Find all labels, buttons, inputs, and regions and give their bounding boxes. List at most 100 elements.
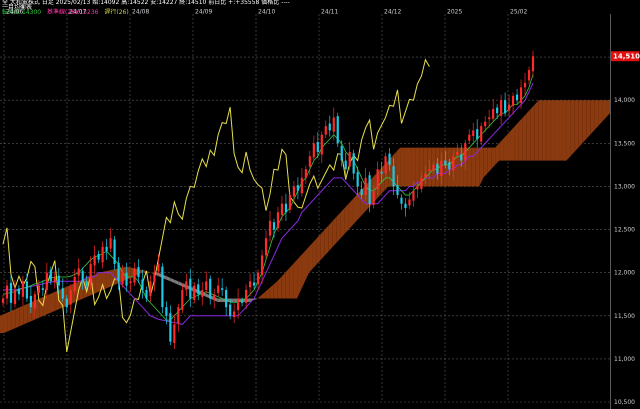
cloud-segment [411,147,416,187]
cloud-segment [316,233,321,265]
candle-body [320,134,323,155]
cloud-segment [320,229,325,260]
candle-body [332,117,335,132]
candle-body [252,282,256,286]
candle-body [392,166,395,187]
cloud-segment [594,100,599,131]
cloud-segment [578,100,583,148]
cloud-segment [312,238,317,269]
candle-body [404,203,407,208]
x-tick-label: 24/08 [132,9,149,16]
cloud-segment [0,314,4,334]
candle-body [360,189,363,196]
candle-body [25,281,29,299]
cloud-segment [582,100,587,144]
candle-body [29,295,32,308]
candle-body [523,82,527,88]
candle-body [129,281,132,284]
candle-body [17,288,21,295]
cloud-segment [51,291,56,313]
candle-body [125,272,128,286]
candle-body [511,95,515,106]
candle-body [364,177,367,196]
cloud-segment [503,134,508,161]
candle-body [452,156,455,171]
cloud-segment [11,308,16,330]
price-tag-label: 14,510 [613,53,640,61]
x-tick-label: 24/10 [258,9,275,16]
candle-body [205,281,208,290]
cloud-segment [344,203,349,234]
candle-body [444,160,447,165]
candle-body [484,121,487,127]
candle-body [109,238,112,249]
cloud-segment [598,100,603,127]
candle-body [424,173,427,178]
cloud-segment [546,100,551,161]
cloud-segment [534,100,539,161]
candle-body [165,307,168,316]
candle-body [296,185,299,191]
cloud-segment [467,147,472,187]
candle-body [217,285,220,293]
y-tick-label: 13,000 [614,183,635,190]
cloud-segment [281,272,286,299]
cloud-segment [538,100,543,161]
candle-body [368,175,371,204]
candle-body [488,117,491,120]
candle-body [197,284,200,295]
cloud-segment [423,147,428,187]
candle-body [420,177,423,190]
x-tick-label: 25/02 [510,9,527,16]
candle-body [428,169,431,171]
y-tick-label: 14,000 [614,97,635,104]
x-tick-label: 24/12 [384,9,401,16]
cloud-segment [328,220,333,252]
candle-body [388,153,391,165]
cloud-segment [336,212,341,243]
candle-body [229,304,232,316]
candle-body [81,270,84,282]
candle-body [344,160,347,170]
candle-body [209,278,212,299]
candle-body [97,254,100,260]
cloud-segment [293,259,298,299]
candle-body [93,255,96,266]
candle-body [9,283,13,303]
candle-body [531,56,535,72]
cloud-segment [487,147,492,174]
candle-body [177,307,180,324]
y-tick-label: 10,500 [614,399,635,406]
candle-body [272,222,276,230]
cloud-segment [574,100,579,152]
cloud-segment [19,305,24,327]
x-tick-label: 24/11 [321,9,338,16]
candle-body [408,199,411,206]
ichimoku-chart[interactable]: 14,50014,00013,50013,00012,50012,00011,5… [0,0,640,409]
y-tick-label: 11,500 [614,313,635,320]
candle-body [292,186,296,197]
candle-body [519,87,523,103]
cloud-segment [35,298,40,320]
cloud-segment [415,147,420,187]
candle-body [507,104,511,111]
candle-body [372,190,375,205]
cloud-segment [47,293,52,315]
candle-body [492,108,495,119]
chart-window[interactable]: 全 大和電株式 日足 2025/02/13 始:14092 高:14522 安:… [0,0,640,409]
candle-body [45,272,48,290]
candle-body [1,298,5,303]
candle-body [169,313,172,342]
candle-body [276,212,280,229]
candle-body [244,289,248,303]
candle-body [328,123,331,131]
x-tick-label: 24/09 [195,9,212,16]
candle-body [101,246,104,263]
candle-body [5,285,9,299]
cloud-segment [570,100,575,157]
candle-body [189,278,192,299]
candle-body [356,172,359,187]
cloud-segment [348,199,353,230]
candle-body [256,272,260,285]
candle-body [89,264,92,284]
